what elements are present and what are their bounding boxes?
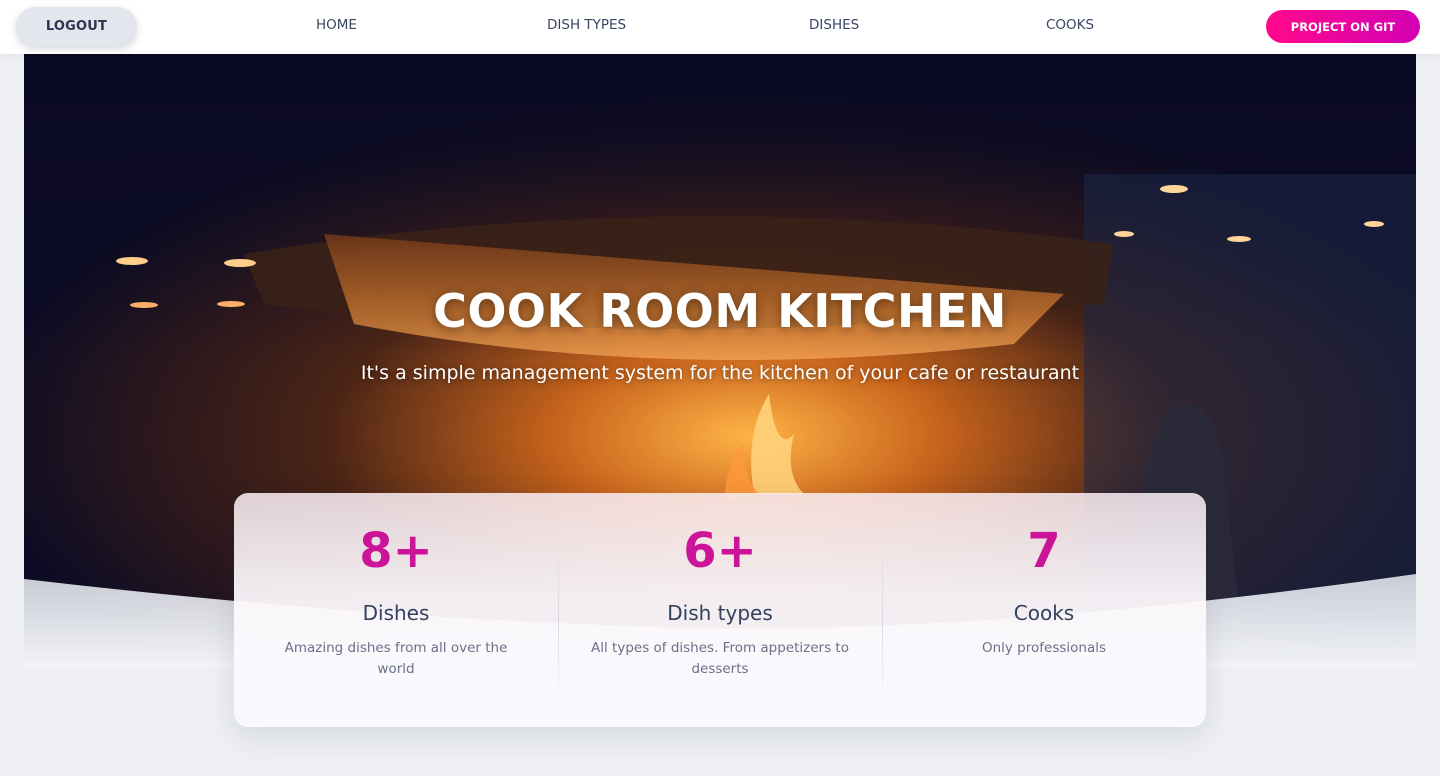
stat-dish-types: 6+ Dish types All types of dishes. From …: [558, 493, 882, 727]
project-on-git-button[interactable]: PROJECT ON GIT: [1266, 10, 1420, 43]
stat-label: Dish types: [667, 601, 773, 625]
stat-value: 7: [1027, 523, 1061, 579]
stat-dishes: 8+ Dishes Amazing dishes from all over t…: [234, 493, 558, 727]
stat-label: Dishes: [362, 601, 430, 625]
nav-link-dish-types[interactable]: DISH TYPES: [547, 17, 626, 33]
stats-card: 8+ Dishes Amazing dishes from all over t…: [234, 493, 1206, 727]
nav-link-dishes[interactable]: DISHES: [809, 17, 859, 33]
stat-description: Amazing dishes from all over the world: [284, 640, 508, 677]
stat-description: Only professionals: [981, 640, 1107, 656]
stat-value: 8+: [359, 523, 433, 579]
hero-title: COOK ROOM KITCHEN: [433, 284, 1007, 338]
top-navbar: LOGOUT HOME DISH TYPES DISHES COOKS PROJ…: [0, 0, 1440, 54]
stat-description: All types of dishes. From appetizers to …: [591, 640, 849, 677]
nav-link-cooks[interactable]: COOKS: [1046, 17, 1094, 33]
stat-value: 6+: [683, 523, 757, 579]
stat-cooks: 7 Cooks Only professionals: [882, 493, 1206, 727]
nav-link-home[interactable]: HOME: [316, 17, 357, 33]
stat-label: Cooks: [1013, 601, 1075, 625]
hero-subtitle: It's a simple management system for the …: [360, 362, 1080, 384]
logout-button[interactable]: LOGOUT: [16, 7, 137, 46]
